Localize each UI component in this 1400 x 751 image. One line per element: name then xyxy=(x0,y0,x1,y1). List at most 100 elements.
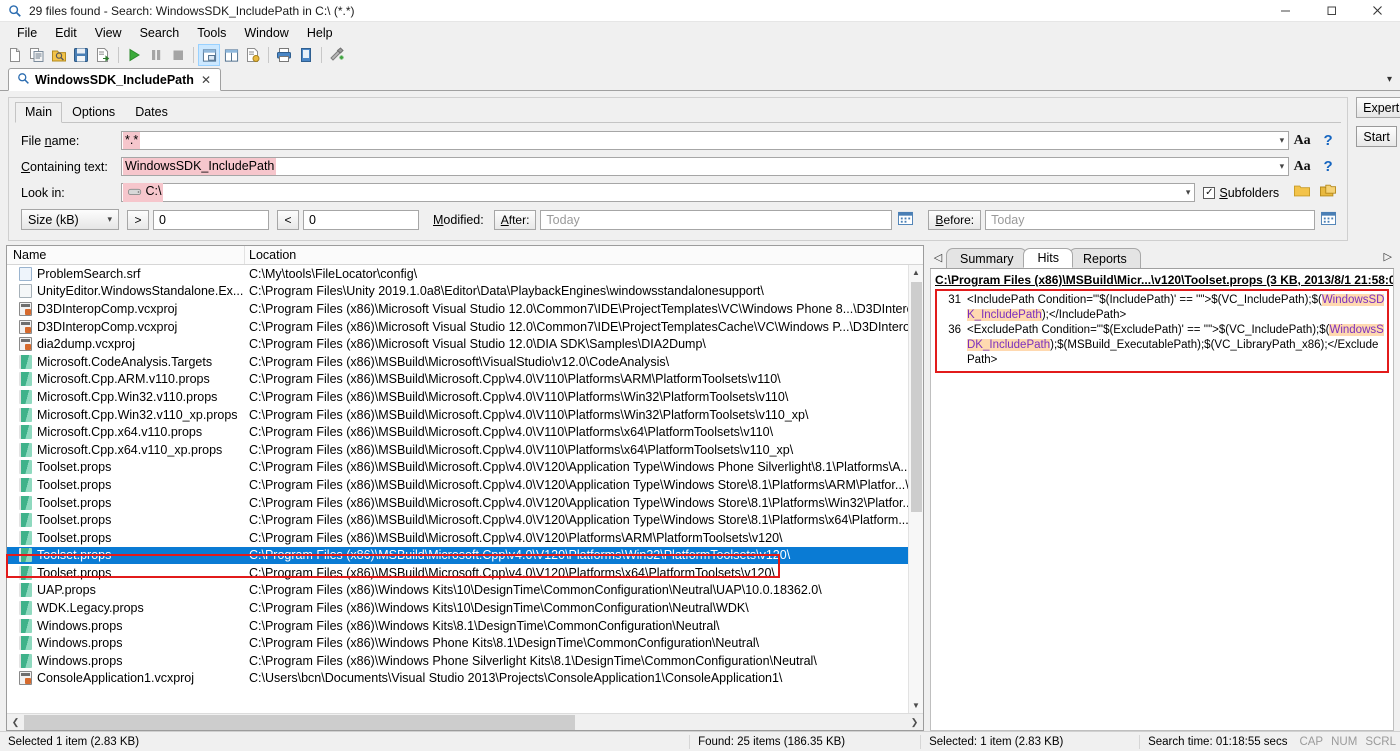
chevron-down-icon[interactable]: ▾ xyxy=(1280,161,1285,172)
tab-reports[interactable]: Reports xyxy=(1069,248,1141,268)
maximize-button[interactable] xyxy=(1308,0,1354,22)
table-row[interactable]: Microsoft.Cpp.Win32.v110.props C:\Program… xyxy=(7,388,908,406)
modified-after-button[interactable]: After: xyxy=(493,209,537,230)
menu-edit[interactable]: Edit xyxy=(46,24,86,42)
menu-help[interactable]: Help xyxy=(298,24,342,42)
table-row[interactable]: Toolset.props C:\Program Files (x86)\MSBu… xyxy=(7,476,908,494)
chevron-down-icon[interactable]: ▾ xyxy=(1186,187,1191,198)
table-row[interactable]: Windows.props C:\Program Files (x86)\Wind… xyxy=(7,652,908,670)
column-header-name[interactable]: Name xyxy=(7,246,245,264)
tools-icon[interactable] xyxy=(326,44,348,66)
start-button[interactable]: Start xyxy=(1356,126,1398,147)
table-row[interactable]: UnityEditor.WindowsStandalone.Ex... C:\Pr… xyxy=(7,283,908,301)
table-row[interactable]: Toolset.props C:\Program Files (x86)\MSBu… xyxy=(7,546,908,565)
layout-bottom-icon[interactable] xyxy=(198,44,220,66)
table-row[interactable]: Toolset.props C:\Program Files (x86)\MSBu… xyxy=(7,564,908,582)
folder-icon[interactable] xyxy=(1289,184,1315,201)
close-icon[interactable]: ✕ xyxy=(199,73,213,87)
print-icon[interactable] xyxy=(273,44,295,66)
file-name-help-icon[interactable]: ? xyxy=(1315,132,1341,149)
hscroll-track[interactable] xyxy=(24,714,906,730)
menu-window[interactable]: Window xyxy=(235,24,297,42)
table-row[interactable]: ConsoleApplication1.vcxproj C:\Users\bcn\… xyxy=(7,670,908,688)
table-row[interactable]: Toolset.props C:\Program Files (x86)\MSBu… xyxy=(7,459,908,477)
size-less-input[interactable]: 0 xyxy=(303,209,419,230)
containing-text-input[interactable]: WindowsSDK_IncludePath ▾ xyxy=(121,157,1290,176)
preview-file-header[interactable]: C:\Program Files (x86)\MSBuild\Micr...\v… xyxy=(931,273,1393,289)
pause-search-icon[interactable] xyxy=(145,44,167,66)
tab-scroll-left-icon[interactable]: ◁ xyxy=(930,251,946,268)
table-row[interactable]: Windows.props C:\Program Files (x86)\Wind… xyxy=(7,634,908,652)
modified-before-button[interactable]: Before: xyxy=(928,209,982,230)
start-search-icon[interactable] xyxy=(123,44,145,66)
file-name-case-icon[interactable]: Aa xyxy=(1289,133,1315,149)
mode-select[interactable]: Expert ▾ xyxy=(1356,97,1400,118)
results-vertical-scrollbar[interactable]: ▲ ▼ xyxy=(908,265,923,713)
menu-search[interactable]: Search xyxy=(131,24,189,42)
chevron-down-icon[interactable]: ▾ xyxy=(1387,74,1392,85)
table-row[interactable]: Microsoft.Cpp.ARM.v110.props C:\Program F… xyxy=(7,371,908,389)
table-row[interactable]: UAP.props C:\Program Files (x86)\Windows … xyxy=(7,582,908,600)
column-header-location[interactable]: Location xyxy=(245,246,923,264)
scroll-up-icon[interactable]: ▲ xyxy=(912,265,920,280)
table-row[interactable]: D3DInteropComp.vcxproj C:\Program Files (… xyxy=(7,318,908,336)
table-row[interactable]: Toolset.props C:\Program Files (x86)\MSBu… xyxy=(7,511,908,529)
table-row[interactable]: Toolset.props C:\Program Files (x86)\MSBu… xyxy=(7,529,908,547)
new-search-icon[interactable] xyxy=(4,44,26,66)
menu-view[interactable]: View xyxy=(86,24,131,42)
hscroll-thumb[interactable] xyxy=(24,714,575,730)
tab-hits[interactable]: Hits xyxy=(1023,248,1074,268)
modified-after-input[interactable]: Today xyxy=(540,209,893,230)
close-button[interactable] xyxy=(1354,0,1400,22)
hit-row[interactable]: 36 <ExcludePath Condition="'$(ExcludePath… xyxy=(939,323,1385,368)
checkbox-box[interactable]: ✓ xyxy=(1203,186,1216,199)
scroll-right-icon[interactable]: ❯ xyxy=(906,717,923,728)
size-greater-input[interactable]: 0 xyxy=(153,209,269,230)
print-preview-icon[interactable] xyxy=(295,44,317,66)
containing-text-case-icon[interactable]: Aa xyxy=(1289,159,1315,175)
table-row[interactable]: Microsoft.Cpp.x64.v110_xp.props C:\Progra… xyxy=(7,441,908,459)
table-row[interactable]: WDK.Legacy.props C:\Program Files (x86)\W… xyxy=(7,599,908,617)
export-results-icon[interactable] xyxy=(92,44,114,66)
size-less-button[interactable]: < xyxy=(277,209,299,230)
table-row[interactable]: Toolset.props C:\Program Files (x86)\MSBu… xyxy=(7,494,908,512)
table-row[interactable]: Windows.props C:\Program Files (x86)\Wind… xyxy=(7,617,908,635)
size-greater-button[interactable]: > xyxy=(127,209,149,230)
tab-dates[interactable]: Dates xyxy=(125,102,178,122)
copy-search-icon[interactable] xyxy=(26,44,48,66)
document-tab[interactable]: WindowsSDK_IncludePath ✕ xyxy=(8,68,221,91)
file-name-input[interactable]: *.* ▾ xyxy=(121,131,1290,150)
tab-options[interactable]: Options xyxy=(62,102,125,122)
results-options-icon[interactable] xyxy=(242,44,264,66)
table-row[interactable]: Microsoft.Cpp.x64.v110.props C:\Program F… xyxy=(7,423,908,441)
subfolders-checkbox[interactable]: ✓ Subfolders xyxy=(1203,186,1279,200)
size-unit-select[interactable]: Size (kB) ▾ xyxy=(21,209,119,230)
table-row[interactable]: D3DInteropComp.vcxproj C:\Program Files (… xyxy=(7,300,908,318)
table-row[interactable]: ProblemSearch.srf C:\My\tools\FileLocator… xyxy=(7,265,908,283)
results-list[interactable]: ProblemSearch.srf C:\My\tools\FileLocator… xyxy=(7,265,908,713)
open-search-icon[interactable] xyxy=(48,44,70,66)
multi-folder-icon[interactable] xyxy=(1315,184,1341,201)
layout-split-icon[interactable] xyxy=(220,44,242,66)
calendar-icon[interactable] xyxy=(892,211,918,228)
scroll-left-icon[interactable]: ❮ xyxy=(7,717,24,728)
tab-scroll-right-icon[interactable]: ▷ xyxy=(1384,250,1392,263)
tab-summary[interactable]: Summary xyxy=(946,248,1028,268)
table-row[interactable]: Microsoft.Cpp.Win32.v110_xp.props C:\Prog… xyxy=(7,406,908,424)
modified-before-input[interactable]: Today xyxy=(985,209,1316,230)
scroll-thumb[interactable] xyxy=(910,282,922,512)
containing-text-help-icon[interactable]: ? xyxy=(1315,158,1341,175)
scroll-down-icon[interactable]: ▼ xyxy=(912,698,920,713)
table-row[interactable]: Microsoft.CodeAnalysis.Targets C:\Program… xyxy=(7,353,908,371)
chevron-down-icon[interactable]: ▾ xyxy=(1280,135,1285,146)
look-in-input[interactable]: C:\ ▾ xyxy=(121,183,1196,202)
table-row[interactable]: dia2dump.vcxproj C:\Program Files (x86)\M… xyxy=(7,335,908,353)
menu-tools[interactable]: Tools xyxy=(188,24,235,42)
stop-search-icon[interactable] xyxy=(167,44,189,66)
results-horizontal-scrollbar[interactable]: ❮ ❯ xyxy=(7,713,923,730)
calendar-icon-2[interactable] xyxy=(1315,211,1341,228)
menu-file[interactable]: File xyxy=(8,24,46,42)
minimize-button[interactable] xyxy=(1262,0,1308,22)
hit-row[interactable]: 31 <IncludePath Condition="'$(IncludePath… xyxy=(939,293,1385,323)
tab-main[interactable]: Main xyxy=(15,102,63,123)
